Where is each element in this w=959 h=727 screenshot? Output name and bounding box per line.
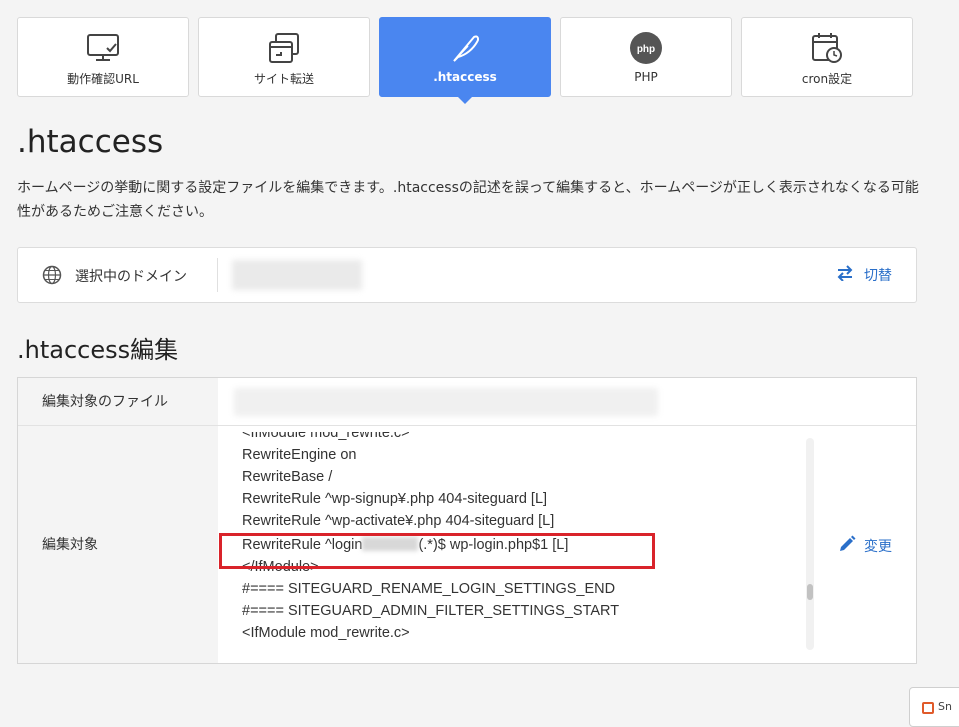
php-icon: php bbox=[628, 30, 664, 66]
app-icon bbox=[922, 702, 934, 714]
tab-label: .htaccess bbox=[433, 70, 497, 84]
svg-text:php: php bbox=[637, 44, 655, 55]
tab-cron[interactable]: cron設定 bbox=[741, 17, 913, 97]
swap-arrows-icon bbox=[836, 265, 854, 285]
edit-section-title: .htaccess編集 bbox=[17, 336, 179, 364]
feature-tabs: 動作確認URL サイト転送 .htaccess php PHP cron設定 bbox=[17, 17, 913, 104]
selected-domain-label: 選択中のドメイン bbox=[75, 269, 187, 285]
tab-site-transfer[interactable]: サイト転送 bbox=[198, 17, 370, 97]
feather-icon bbox=[447, 30, 483, 66]
code-line: RewriteRule ^wp-activate¥.php 404-sitegu… bbox=[242, 513, 555, 529]
pencil-icon bbox=[838, 535, 856, 557]
tab-preview-url[interactable]: 動作確認URL bbox=[17, 17, 189, 97]
switch-domain-button[interactable]: 切替 bbox=[836, 265, 892, 285]
page-title: .htaccess bbox=[17, 124, 164, 160]
highlight-box bbox=[219, 533, 655, 569]
htaccess-edit-table: 編集対象のファイル 編集対象 <IfModule mod_rewrite.c> … bbox=[17, 377, 917, 664]
calendar-clock-icon bbox=[809, 30, 845, 66]
corner-popup-text: Sn bbox=[938, 700, 952, 713]
domain-selector-card: 選択中のドメイン 切替 bbox=[17, 247, 917, 303]
globe-icon bbox=[42, 265, 62, 289]
code-line: #==== SITEGUARD_ADMIN_FILTER_SETTINGS_ST… bbox=[242, 603, 620, 619]
code-line: RewriteBase / bbox=[242, 469, 333, 485]
edit-change-button[interactable]: 変更 bbox=[838, 535, 892, 557]
redacted-domain-name bbox=[232, 260, 362, 290]
code-line: #==== SITEGUARD_RENAME_LOGIN_SETTINGS_EN… bbox=[242, 581, 616, 597]
tab-php[interactable]: php PHP bbox=[560, 17, 732, 97]
code-line: RewriteRule ^wp-signup¥.php 404-siteguar… bbox=[242, 491, 548, 507]
redacted-file-path bbox=[234, 388, 658, 416]
code-line: <IfModule mod_rewrite.c> bbox=[242, 432, 410, 441]
tab-label: 動作確認URL bbox=[67, 72, 139, 86]
page-description: ホームページの挙動に関する設定ファイルを編集できます。.htaccessの記述を… bbox=[17, 180, 919, 220]
code-line: <IfModule mod_rewrite.c> bbox=[242, 625, 410, 641]
tab-label: サイト転送 bbox=[253, 72, 314, 86]
tab-htaccess[interactable]: .htaccess bbox=[379, 17, 551, 104]
change-label: 変更 bbox=[864, 539, 892, 555]
code-line: RewriteEngine on bbox=[242, 447, 357, 463]
switch-label: 切替 bbox=[864, 268, 892, 284]
target-label: 編集対象 bbox=[42, 537, 98, 553]
monitor-check-icon bbox=[85, 30, 121, 66]
code-scrollbar-thumb[interactable] bbox=[807, 584, 813, 600]
file-label: 編集対象のファイル bbox=[42, 394, 168, 410]
tab-label: PHP bbox=[634, 70, 658, 84]
tab-label: cron設定 bbox=[801, 72, 853, 86]
code-scrollbar-track[interactable] bbox=[806, 438, 814, 650]
file-row: 編集対象のファイル bbox=[18, 378, 916, 426]
site-transfer-icon bbox=[266, 30, 302, 66]
corner-popup[interactable]: Sn bbox=[909, 687, 959, 727]
divider bbox=[217, 258, 218, 292]
